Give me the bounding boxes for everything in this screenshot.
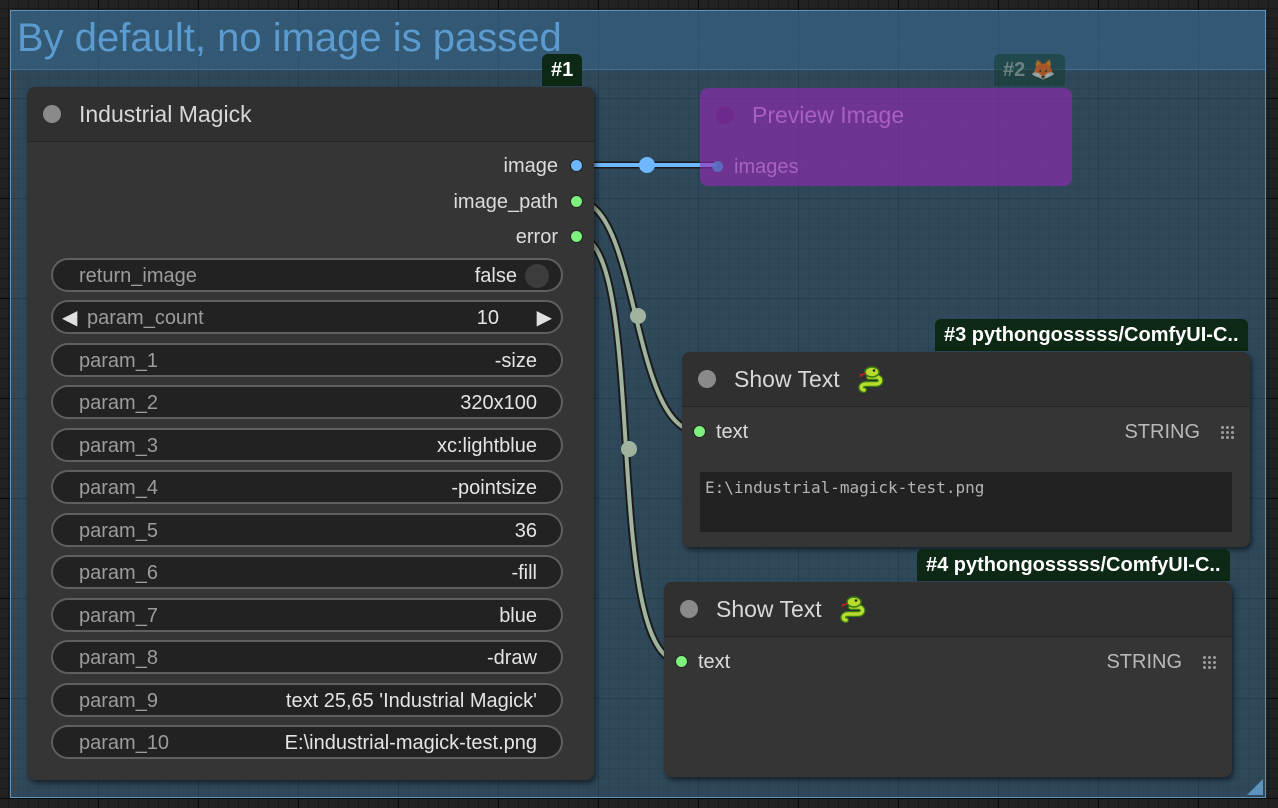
output-image-label: image xyxy=(503,155,558,177)
preview-image-node[interactable]: Preview Image images xyxy=(700,88,1072,186)
param-field[interactable]: param_2 320x100 xyxy=(51,385,563,419)
snake-icon xyxy=(858,366,884,393)
grid-menu-icon[interactable] xyxy=(1220,425,1234,439)
input-images-slot[interactable] xyxy=(712,161,723,172)
text-output-area[interactable]: E:\industrial-magick-test.png xyxy=(700,472,1232,532)
node-title: Show Text xyxy=(716,596,822,622)
param-value: -pointsize xyxy=(451,477,537,499)
param-field[interactable]: param_6 -fill xyxy=(51,555,563,589)
output-image-path-label: image_path xyxy=(453,191,558,213)
node-title: Industrial Magick xyxy=(79,101,252,127)
param-field[interactable]: param_5 36 xyxy=(51,513,563,547)
param-label: param_7 xyxy=(79,605,158,627)
decrement-arrow-icon[interactable]: ◀ xyxy=(62,305,77,330)
node-3-badge: #3 pythongosssss/ComfyUI-C.. xyxy=(935,319,1248,351)
param-field[interactable]: param_1 -size xyxy=(51,343,563,377)
return-image-toggle[interactable]: return_image false xyxy=(51,258,563,292)
param-field[interactable]: param_8 -draw xyxy=(51,640,563,674)
input-text-label: text xyxy=(716,421,749,443)
param-field[interactable]: param_7 blue xyxy=(51,598,563,632)
param-label: param_10 xyxy=(79,732,170,754)
link-midpoint-error xyxy=(621,441,637,457)
snake-icon xyxy=(840,596,866,623)
param-value: -size xyxy=(494,350,537,372)
param-field[interactable]: param_4 -pointsize xyxy=(51,470,563,504)
node-4-badge: #4 pythongosssss/ComfyUI-C.. xyxy=(917,549,1230,581)
param-value: 320x100 xyxy=(460,392,537,414)
param-value: -fill xyxy=(511,562,537,584)
param-field[interactable]: param_10 E:\industrial-magick-test.png xyxy=(51,725,563,759)
param-label: param_3 xyxy=(79,435,158,457)
node-title-bar[interactable]: Industrial Magick xyxy=(27,87,594,142)
node-title-bar[interactable]: Show Text xyxy=(664,582,1232,637)
collapse-dot-icon[interactable] xyxy=(680,600,698,618)
node-2-badge: #2 🦊 xyxy=(994,54,1065,86)
toggle-knob-icon[interactable] xyxy=(525,264,549,288)
param-label: param_4 xyxy=(79,477,158,499)
type-label: STRING xyxy=(1124,421,1200,443)
param-field[interactable]: param_3 xc:lightblue xyxy=(51,428,563,462)
industrial-magick-node[interactable]: Industrial Magick image image_path error… xyxy=(27,87,594,780)
input-text-slot[interactable] xyxy=(693,425,706,438)
param-field[interactable]: param_9 text 25,65 'Industrial Magick' xyxy=(51,683,563,717)
type-label: STRING xyxy=(1106,651,1182,673)
show-text-node-3[interactable]: Show Text text STRING E:\industrial-magi… xyxy=(682,352,1250,547)
link-midpoint-path xyxy=(630,308,646,324)
param-value: xc:lightblue xyxy=(436,435,537,457)
param-value: blue xyxy=(499,605,537,627)
node-title: Preview Image xyxy=(752,102,905,128)
param-label: param_1 xyxy=(79,350,158,372)
grid-menu-icon[interactable] xyxy=(1202,655,1216,669)
collapse-dot-icon[interactable] xyxy=(716,106,734,124)
input-images-label: images xyxy=(734,156,799,178)
output-error-slot[interactable] xyxy=(570,230,583,243)
node-title: Show Text xyxy=(734,366,840,392)
show-text-node-4[interactable]: Show Text text STRING xyxy=(664,582,1232,777)
widget-value: false xyxy=(474,265,517,287)
param-value: text 25,65 'Industrial Magick' xyxy=(285,690,537,712)
param-count-stepper[interactable]: ◀ param_count 10 ▶ xyxy=(51,300,563,334)
output-image-slot[interactable] xyxy=(570,159,583,172)
widget-label: return_image xyxy=(79,265,197,287)
widget-label: param_count xyxy=(87,307,204,329)
param-label: param_9 xyxy=(79,690,158,712)
input-text-slot[interactable] xyxy=(675,655,688,668)
param-label: param_2 xyxy=(79,392,158,414)
widget-value: 10 xyxy=(476,307,499,329)
param-label: param_6 xyxy=(79,562,158,584)
node-1-badge: #1 xyxy=(542,54,583,86)
node-title-bar[interactable]: Show Text xyxy=(682,352,1250,407)
param-label: param_5 xyxy=(79,520,158,542)
param-label: param_8 xyxy=(79,647,158,669)
param-value: E:\industrial-magick-test.png xyxy=(284,732,537,754)
collapse-dot-icon[interactable] xyxy=(698,370,716,388)
param-value: 36 xyxy=(514,520,537,542)
link-midpoint-image xyxy=(639,157,655,173)
param-value: -draw xyxy=(486,647,537,669)
collapse-dot-icon[interactable] xyxy=(43,105,61,123)
output-image-path-slot[interactable] xyxy=(570,195,583,208)
input-text-label: text xyxy=(698,651,731,673)
increment-arrow-icon[interactable]: ▶ xyxy=(537,305,552,330)
output-error-label: error xyxy=(515,226,558,248)
